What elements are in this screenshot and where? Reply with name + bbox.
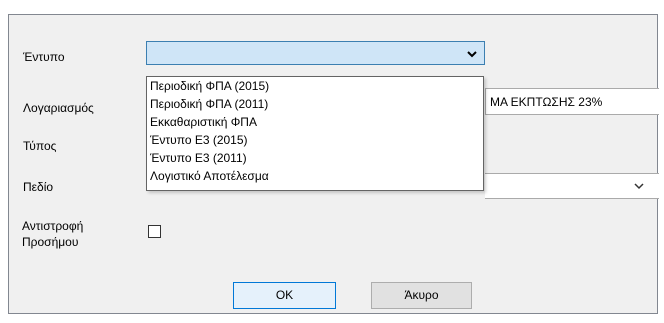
dropdown-option[interactable]: Περιοδική ΦΠΑ (2011) [150, 97, 268, 112]
field-combobox[interactable] [485, 173, 659, 199]
type-label: Τύπος [23, 139, 57, 153]
chevron-down-icon[interactable] [633, 180, 645, 192]
dropdown-option[interactable]: Εκκαθαριστική ΦΠΑ [150, 115, 257, 130]
invert-sign-label-line2: Προσήμου [22, 235, 79, 249]
printout-combobox[interactable] [146, 41, 485, 65]
cancel-button[interactable]: Άκυρο [371, 282, 472, 309]
ok-button[interactable]: OK [233, 282, 336, 309]
chevron-down-icon[interactable] [466, 48, 478, 60]
dropdown-option[interactable]: Λογιστικό Αποτέλεσμα [150, 169, 269, 184]
field-label: Πεδίο [23, 180, 54, 194]
account-value: ΜΑ ΕΚΠΤΩΣΗΣ 23% [490, 95, 603, 109]
invert-sign-checkbox[interactable] [148, 225, 161, 238]
account-field[interactable]: ΜΑ ΕΚΠΤΩΣΗΣ 23% [485, 88, 659, 115]
printout-dropdown-list: Περιοδική ΦΠΑ (2015) Περιοδική ΦΠΑ (2011… [146, 76, 484, 191]
dropdown-option[interactable]: Έντυπο Ε3 (2011) [150, 151, 247, 166]
printout-label: Έντυπο [23, 50, 65, 64]
dropdown-option[interactable]: Έντυπο Ε3 (2015) [150, 133, 248, 148]
account-label: Λογαριασμός [23, 101, 94, 115]
dropdown-option[interactable]: Περιοδική ΦΠΑ (2015) [150, 79, 269, 94]
invert-sign-label-line1: Αντιστροφή [22, 219, 84, 233]
report-mapping-dialog: Έντυπο Λογαριασμός ΜΑ ΕΚΠΤΩΣΗΣ 23% Τύπος… [0, 0, 664, 323]
